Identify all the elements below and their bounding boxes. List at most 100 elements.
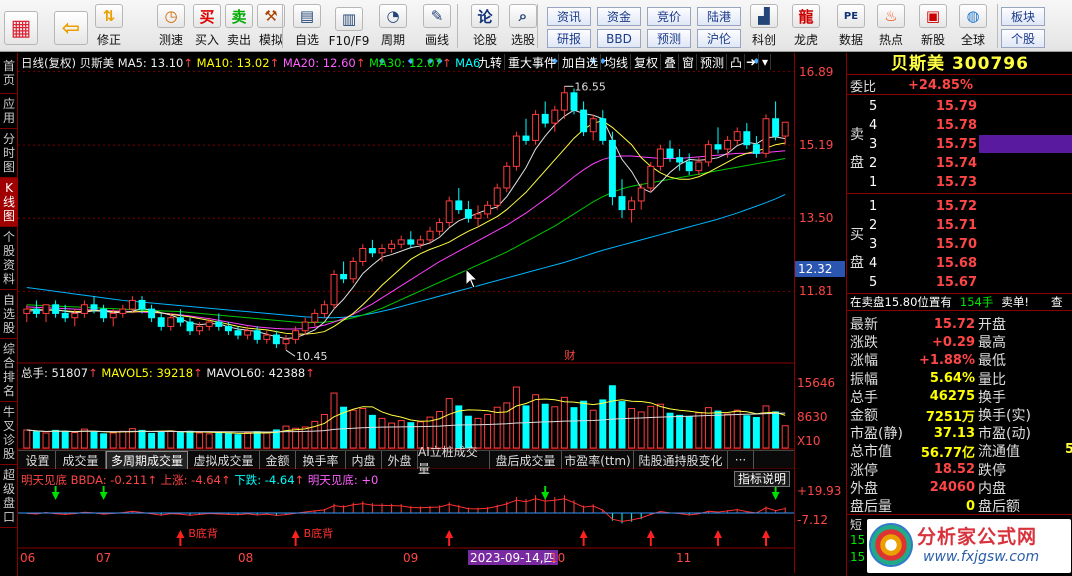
toolbar-pill-4[interactable]: 研报 [547, 29, 591, 48]
bid-row[interactable]: 4 15.68 [847, 254, 1072, 272]
globe-icon: ◍ [959, 4, 987, 28]
kline-chart[interactable]: 16.55 10.45 财 B底背 B底背 06 07 08 09 2023-09-14,四10 1… [18, 53, 794, 573]
toolbar-pill-6[interactable]: 预测 [647, 29, 691, 48]
volume-bar [224, 432, 232, 449]
chart-topbutton-3[interactable]: 均线 [602, 54, 632, 70]
bid-row[interactable]: 3 15.70 [847, 235, 1072, 253]
toolbar-pill-3[interactable]: 陆港 [697, 7, 741, 26]
period-tool-button[interactable]: ◔ 周期 [374, 2, 412, 50]
up-down-arrow-tool-button[interactable]: ⇅ 修正 [90, 2, 128, 50]
toolbar-pill-7[interactable]: 沪伦 [697, 29, 741, 48]
clock-tool-button[interactable]: ◷ 测速 [152, 2, 190, 50]
weibi-value: +24.85% [907, 78, 973, 93]
chart-topbutton-0[interactable]: 九转 [476, 54, 506, 70]
candle [119, 308, 127, 314]
chart-topbutton-5[interactable]: 叠 [662, 54, 680, 70]
kechuang-tool-button[interactable]: ▟ 科创 [745, 2, 783, 50]
volume-bar [445, 398, 453, 449]
volume-bar [522, 405, 530, 449]
candle [503, 165, 511, 189]
pe-tool-button[interactable]: PE 数据 [832, 2, 870, 50]
stat-key: 涨停 [850, 462, 878, 479]
candle [416, 239, 424, 245]
discuss-icon: 论 [471, 4, 499, 28]
b-bottom-divergence-label: B底背 [304, 526, 334, 540]
newstock-tool-button[interactable]: ▣ 新股 [914, 2, 952, 50]
hammer-tool-button[interactable]: ⚒ 模拟 [252, 2, 290, 50]
pen-tool-button[interactable]: ✎ 画线 [418, 2, 456, 50]
toolbar-pill-9[interactable]: 个股 [1001, 29, 1045, 48]
sidebar-tab-0[interactable]: 首页 [0, 53, 18, 94]
lock-icon[interactable]: 凸 [728, 54, 746, 70]
ask-row[interactable]: 3 15.75 [847, 135, 1072, 153]
grid-tool-button[interactable]: ▦ [2, 2, 40, 50]
discuss-tool-button[interactable]: 论论股 [466, 2, 504, 50]
toolbar-pill-1[interactable]: 资金 [597, 7, 641, 26]
candle [656, 148, 664, 167]
indicator-tab-3[interactable]: 虚拟成交量 [188, 451, 260, 469]
date-tick-label: 10 [550, 551, 565, 565]
sidebar-tab-1[interactable]: 应用 [0, 94, 18, 129]
pin-icon[interactable]: ➜ [744, 54, 760, 70]
toolbar-pill-2[interactable]: 竞价 [647, 7, 691, 26]
indicator-explain-button[interactable]: 指标说明 [734, 471, 791, 487]
chart-topbutton-4[interactable]: 复权 [632, 54, 662, 70]
chart-topbutton-1[interactable]: 重大事件 [506, 54, 560, 70]
indicator-tab-0[interactable]: 设置 [20, 451, 56, 469]
stat-right-value: 5 [1065, 442, 1072, 457]
sidebar-tab-6[interactable]: 综合排名 [0, 339, 18, 402]
sidebar-tab-8[interactable]: 超级盘口 [0, 465, 18, 528]
sidebar-tab-7[interactable]: 牛叉诊股 [0, 402, 18, 465]
indicator-tab-1[interactable]: 成交量 [56, 451, 106, 469]
volume-bar [503, 402, 511, 449]
stat-value: 46275 [929, 389, 975, 405]
toolbar-pill-0[interactable]: 资讯 [547, 7, 591, 26]
indicator-tab-8[interactable]: AI立桩成交量 [418, 445, 490, 476]
indicator-tab-11[interactable]: 陆股通持股变化 [634, 451, 728, 469]
chart-area[interactable]: 16.55 10.45 财 B底背 B底背 06 07 08 09 2023-09-14,四 10 1… [18, 53, 794, 573]
dragon-tiger-tool-button[interactable]: 龍龙虎 [787, 2, 825, 50]
toolbar-pill-5[interactable]: BBD [597, 29, 641, 48]
chart-topbutton-2[interactable]: 加自选 [560, 54, 602, 70]
candle [580, 109, 588, 133]
bid-row[interactable]: 5 15.67 [847, 273, 1072, 291]
watchlist-tool-button[interactable]: ▤ 自选 [288, 2, 326, 50]
ask-row[interactable]: 2 15.74 [847, 154, 1072, 172]
volume-bar [244, 432, 252, 449]
sidebar-tab-2[interactable]: 分时图 [0, 129, 18, 178]
ask-row[interactable]: 5 15.79 [847, 97, 1072, 115]
chart-topbutton-7[interactable]: 预测 [698, 54, 728, 70]
chart-topbutton-6[interactable]: 窗 [680, 54, 698, 70]
f10-tool-button[interactable]: ▥ F10/F9 [329, 2, 369, 50]
chart-header: 日线(复权) 贝斯美 MA5: 13.10↑ MA10: 13.02↑ MA20… [21, 56, 481, 70]
sidebar-tab-4[interactable]: 个股资料 [0, 227, 18, 290]
fire-tool-button[interactable]: ♨ 热点 [872, 2, 910, 50]
sidebar-tab-5[interactable]: 自选股 [0, 290, 18, 339]
back-arrow-tool-button[interactable]: ⇦ [52, 2, 90, 50]
indicator-tab-12[interactable]: ··· [728, 451, 754, 469]
stat-key-right: 最高 [978, 335, 1006, 352]
order-notice[interactable]: 在卖盘15.80位置有 154手 卖单! 查 [847, 293, 1072, 311]
watchlist-icon: ▤ [293, 4, 321, 28]
discuss-tool-label: 论股 [472, 33, 497, 47]
indicator-tab-10[interactable]: 市盈率(ttm) [562, 451, 634, 469]
indicator-tab-9[interactable]: 盘后成交量 [490, 451, 562, 469]
indicator-tab-4[interactable]: 金额 [260, 451, 296, 469]
dropdown-icon[interactable]: ▾ [760, 54, 772, 70]
ask-row[interactable]: 4 15.78 [847, 116, 1072, 134]
ask-price: 15.79 [935, 98, 977, 114]
indicator-tab-2[interactable]: 多周期成交量 [106, 451, 188, 469]
ask-row[interactable]: 1 15.73 [847, 173, 1072, 191]
candle [272, 334, 280, 345]
candle [743, 131, 751, 146]
indicator-tab-6[interactable]: 内盘 [346, 451, 382, 469]
indicator-tab-7[interactable]: 外盘 [382, 451, 418, 469]
sidebar-tab-3[interactable]: K线图 [0, 178, 18, 227]
toolbar-pill-8[interactable]: 板块 [1001, 7, 1045, 26]
bid-row[interactable]: 2 15.71 [847, 216, 1072, 234]
globe-tool-button[interactable]: ◍ 全球 [954, 2, 992, 50]
indicator-tab-5[interactable]: 换手率 [296, 451, 346, 469]
volume-axis-label: 8630 [797, 410, 828, 424]
bid-row[interactable]: 1 15.72 [847, 197, 1072, 215]
stat-row: 振幅 5.64% 量比 [847, 370, 1072, 388]
